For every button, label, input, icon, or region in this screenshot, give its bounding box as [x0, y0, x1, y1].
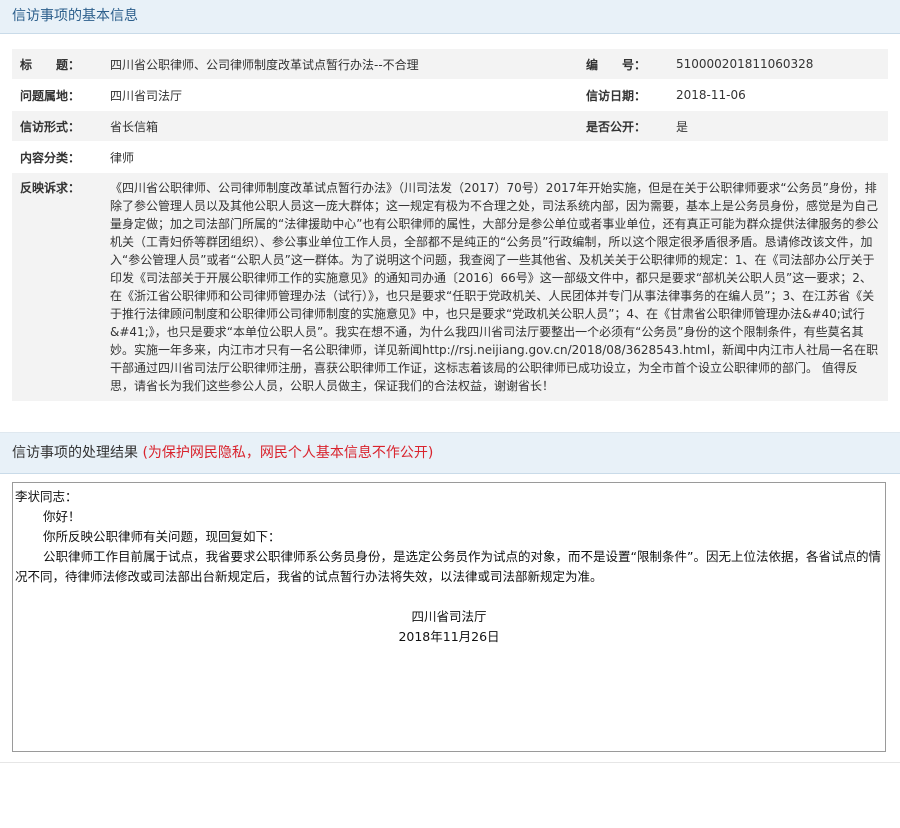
info-row-form: 信访形式： 省长信箱 是否公开： 是 — [12, 110, 888, 142]
basic-info-table: 标 题： 四川省公职律师、公司律师制度改革试点暂行办法--不合理 编 号： 51… — [12, 49, 888, 402]
public-value: 是 — [668, 110, 888, 142]
reply-date: 2018年11月26日 — [398, 629, 500, 644]
public-label: 是否公开： — [578, 110, 668, 142]
reply-salutation: 李状同志： — [15, 489, 78, 504]
number-value: 510000201811060328 — [668, 49, 888, 80]
title-label: 标 题： — [12, 49, 102, 80]
basic-info-header: 信访事项的基本信息 — [0, 0, 900, 34]
form-label: 信访形式： — [12, 110, 102, 142]
result-title: 信访事项的处理结果 — [12, 445, 138, 461]
reply-greeting: 你好！ — [43, 509, 81, 524]
result-header: 信访事项的处理结果 (为保护网民隐私，网民个人基本信息不作公开) — [0, 432, 900, 474]
place-label: 问题属地： — [12, 79, 102, 111]
category-value: 律师 — [102, 141, 578, 173]
info-row-title: 标 题： 四川省公职律师、公司律师制度改革试点暂行办法--不合理 编 号： 51… — [12, 49, 888, 80]
info-row-appeal: 反映诉求： 《四川省公职律师、公司律师制度改革试点暂行办法》（川司法发（2017… — [12, 172, 888, 402]
info-row-place: 问题属地： 四川省司法厅 信访日期： 2018-11-06 — [12, 79, 888, 111]
appeal-label: 反映诉求： — [12, 172, 102, 402]
form-value: 省长信箱 — [102, 110, 578, 142]
bottom-divider — [0, 762, 900, 773]
basic-info-title: 信访事项的基本信息 — [12, 8, 138, 24]
title-value: 四川省公职律师、公司律师制度改革试点暂行办法--不合理 — [102, 49, 578, 80]
appeal-content: 《四川省公职律师、公司律师制度改革试点暂行办法》（川司法发（2017）70号）2… — [102, 172, 888, 402]
info-row-category: 内容分类： 律师 — [12, 141, 888, 173]
reply-signature: 四川省司法厅 — [411, 609, 487, 624]
reply-body: 公职律师工作目前属于试点，我省要求公职律师系公务员身份，是选定公务员作为试点的对… — [15, 549, 881, 584]
category-label: 内容分类： — [12, 141, 102, 173]
privacy-note: (为保护网民隐私，网民个人基本信息不作公开) — [142, 445, 434, 461]
date-label: 信访日期： — [578, 79, 668, 111]
reply-box: 李状同志： 你好！ 你所反映公职律师有关问题，现回复如下： 公职律师工作目前属于… — [12, 482, 886, 752]
date-value: 2018-11-06 — [668, 79, 888, 111]
number-label: 编 号： — [578, 49, 668, 80]
reply-intro: 你所反映公职律师有关问题，现回复如下： — [43, 529, 281, 544]
place-value: 四川省司法厅 — [102, 79, 578, 111]
